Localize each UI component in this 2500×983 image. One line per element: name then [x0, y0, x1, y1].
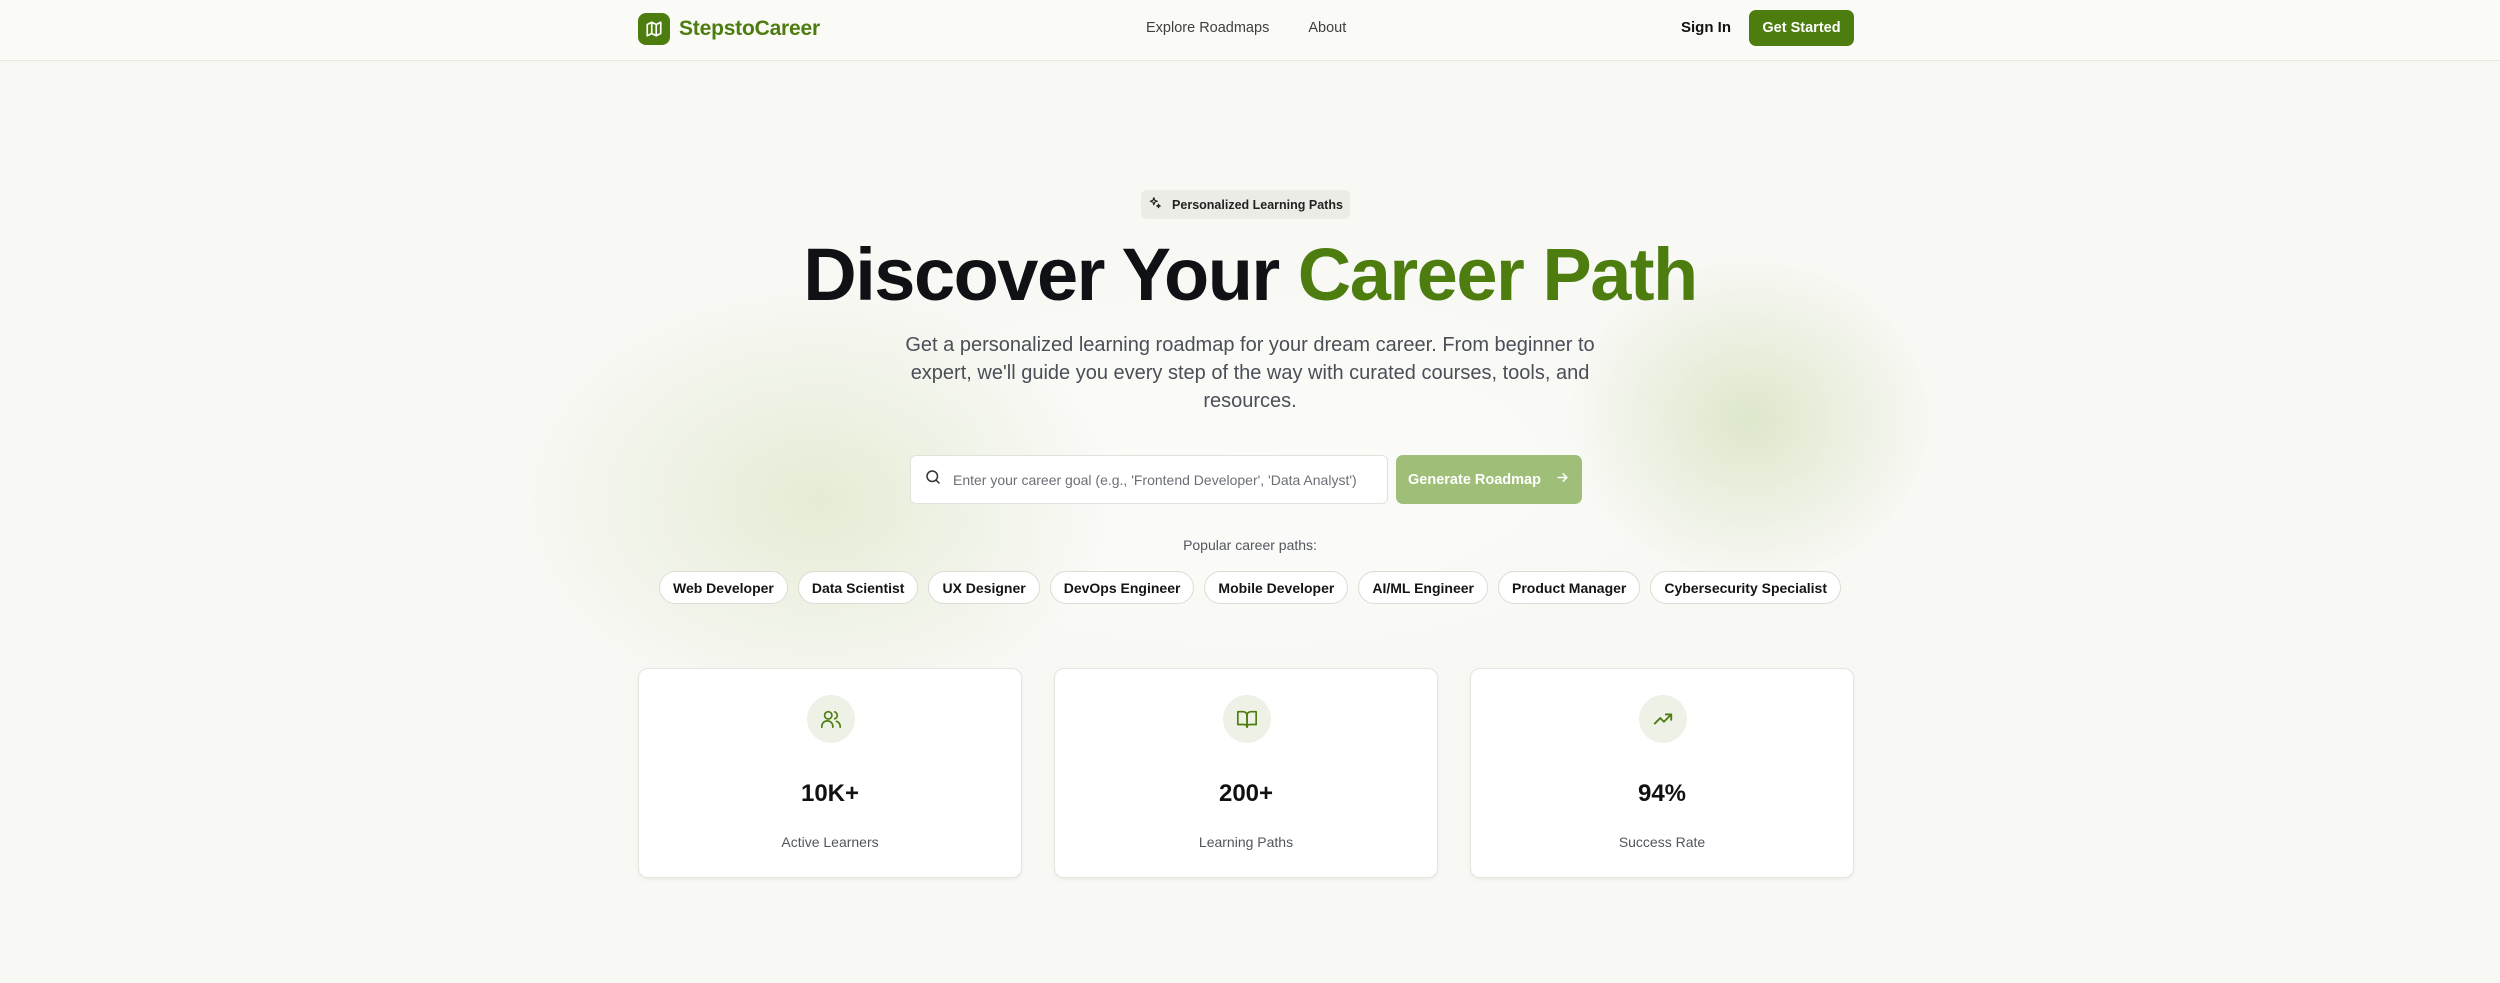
sparkles-icon: [1148, 196, 1162, 213]
brand-logo[interactable]: StepstoCareer: [638, 13, 820, 45]
get-started-button[interactable]: Get Started: [1749, 10, 1854, 46]
hero-headline: Discover Your Career Path: [0, 232, 2500, 318]
stat-value: 200+: [1218, 780, 1274, 807]
stat-label: Learning Paths: [1198, 834, 1294, 850]
stat-card-paths: 200+ Learning Paths: [1054, 668, 1438, 878]
stat-label: Active Learners: [781, 834, 879, 850]
trending-up-icon: [1639, 695, 1687, 743]
chip-web-developer[interactable]: Web Developer: [658, 571, 788, 604]
headline-plain: Discover Your: [803, 233, 1280, 316]
career-goal-input[interactable]: [953, 471, 1373, 488]
popular-paths-list: Web Developer Data Scientist UX Designer…: [0, 571, 2500, 604]
users-icon: [807, 695, 855, 743]
search-icon: [924, 468, 942, 491]
book-open-icon: [1223, 695, 1271, 743]
hero-badge: Personalized Learning Paths: [1141, 190, 1350, 219]
sign-in-link[interactable]: Sign In: [1681, 19, 1731, 36]
career-search-box[interactable]: [910, 455, 1388, 504]
map-icon: [638, 13, 670, 45]
stat-card-success: 94% Success Rate: [1470, 668, 1854, 878]
chip-devops-engineer[interactable]: DevOps Engineer: [1049, 571, 1195, 604]
hero-badge-label: Personalized Learning Paths: [1172, 197, 1343, 212]
popular-paths-label: Popular career paths:: [1183, 537, 1317, 553]
stat-value: 94%: [1637, 780, 1687, 807]
nav-explore-roadmaps[interactable]: Explore Roadmaps: [1146, 20, 1269, 36]
brand-name: StepstoCareer: [679, 17, 820, 40]
main-nav: Explore Roadmaps About: [1146, 20, 1346, 36]
nav-about[interactable]: About: [1308, 20, 1346, 36]
generate-roadmap-button[interactable]: Generate Roadmap: [1396, 455, 1582, 504]
hero-subheading: Get a personalized learning roadmap for …: [905, 334, 1595, 412]
stat-value: 10K+: [800, 780, 860, 807]
arrow-right-icon: [1555, 470, 1570, 489]
stat-card-learners: 10K+ Active Learners: [638, 668, 1022, 878]
stat-label: Success Rate: [1618, 834, 1706, 850]
chip-data-scientist[interactable]: Data Scientist: [797, 571, 919, 604]
chip-cybersecurity-specialist[interactable]: Cybersecurity Specialist: [1650, 571, 1841, 604]
headline-accent: Career Path: [1297, 233, 1698, 316]
top-navbar: StepstoCareer Explore Roadmaps About Sig…: [0, 0, 2500, 61]
chip-mobile-developer[interactable]: Mobile Developer: [1204, 571, 1349, 604]
chip-product-manager[interactable]: Product Manager: [1498, 571, 1641, 604]
chip-ux-designer[interactable]: UX Designer: [928, 571, 1040, 604]
chip-ai-ml-engineer[interactable]: AI/ML Engineer: [1358, 571, 1488, 604]
generate-roadmap-label: Generate Roadmap: [1408, 471, 1541, 488]
